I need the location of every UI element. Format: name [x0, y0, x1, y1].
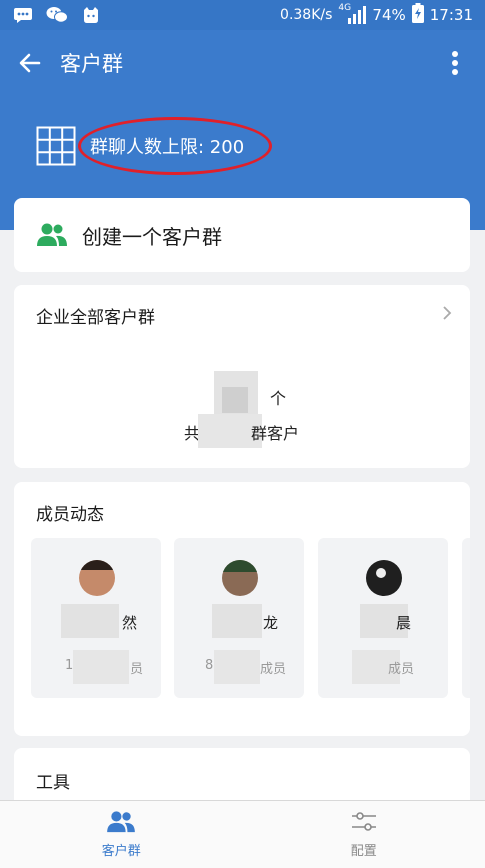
- blurred-name: [61, 604, 119, 638]
- blurred-sub: [214, 650, 260, 684]
- sliders-icon: [351, 812, 376, 831]
- more-vertical-icon: [452, 51, 458, 75]
- group-desc-right: 群客户: [251, 424, 300, 443]
- back-button[interactable]: [0, 30, 60, 96]
- page-title: 客户群: [60, 52, 123, 76]
- member-card[interactable]: 晨 成员: [318, 538, 448, 698]
- member-name: 晨: [396, 614, 412, 632]
- avatar: [222, 560, 258, 596]
- people-icon: [107, 811, 136, 833]
- avatar: [366, 560, 402, 596]
- tab-label: 客户群: [101, 844, 141, 859]
- people-icon: [37, 223, 67, 246]
- tab-settings[interactable]: 配置: [243, 801, 485, 868]
- tools-title: 工具: [36, 773, 70, 793]
- member-sub-prefix: 8: [205, 658, 214, 673]
- clock: 17:31: [429, 6, 473, 24]
- blurred-name: [212, 604, 262, 638]
- avatar: [79, 560, 115, 596]
- all-groups-title: 企业全部客户群: [36, 308, 155, 328]
- tab-label: 配置: [350, 844, 377, 859]
- member-sub-suffix: 成员: [388, 662, 415, 677]
- grid-icon: [36, 126, 76, 166]
- chevron-right-icon: [443, 306, 452, 320]
- member-sub-prefix: 1: [65, 658, 74, 673]
- bottom-tab-bar: 客户群 配置: [0, 800, 485, 868]
- member-card[interactable]: 然 1 员: [31, 538, 161, 698]
- signal-icon: 4G: [338, 3, 367, 25]
- member-activity-card: 成员动态 然 1 员 龙 8 成员 晨 成员: [14, 482, 470, 736]
- member-sub-suffix: 成员: [260, 662, 287, 677]
- member-card-peek[interactable]: [462, 538, 470, 698]
- message-icon: [12, 6, 34, 24]
- status-bar: 0.38K/s 4G 74% 17:31: [0, 0, 485, 30]
- network-speed: 0.38K/s: [280, 7, 333, 23]
- create-group-button[interactable]: 创建一个客户群: [14, 198, 470, 272]
- arrow-left-icon: [19, 53, 41, 73]
- member-card[interactable]: 龙 8 成员: [174, 538, 304, 698]
- blurred-count-shade: [222, 387, 248, 413]
- member-activity-title: 成员动态: [36, 505, 104, 525]
- cat-app-icon: [80, 6, 102, 24]
- group-count-suffix: 个: [270, 389, 287, 408]
- create-group-label: 创建一个客户群: [82, 224, 222, 249]
- member-name: 龙: [263, 614, 279, 632]
- member-name: 然: [122, 614, 138, 632]
- annotation-ellipse: [78, 117, 272, 175]
- member-sub-suffix: 员: [130, 662, 144, 677]
- battery-icon: [411, 3, 424, 27]
- app-bar: 客户群: [0, 30, 485, 96]
- tab-customer-groups[interactable]: 客户群: [0, 801, 243, 868]
- wechat-icon: [46, 6, 68, 24]
- more-options-button[interactable]: [425, 30, 485, 96]
- blurred-sub: [73, 650, 129, 684]
- battery-percent: 74%: [372, 6, 406, 24]
